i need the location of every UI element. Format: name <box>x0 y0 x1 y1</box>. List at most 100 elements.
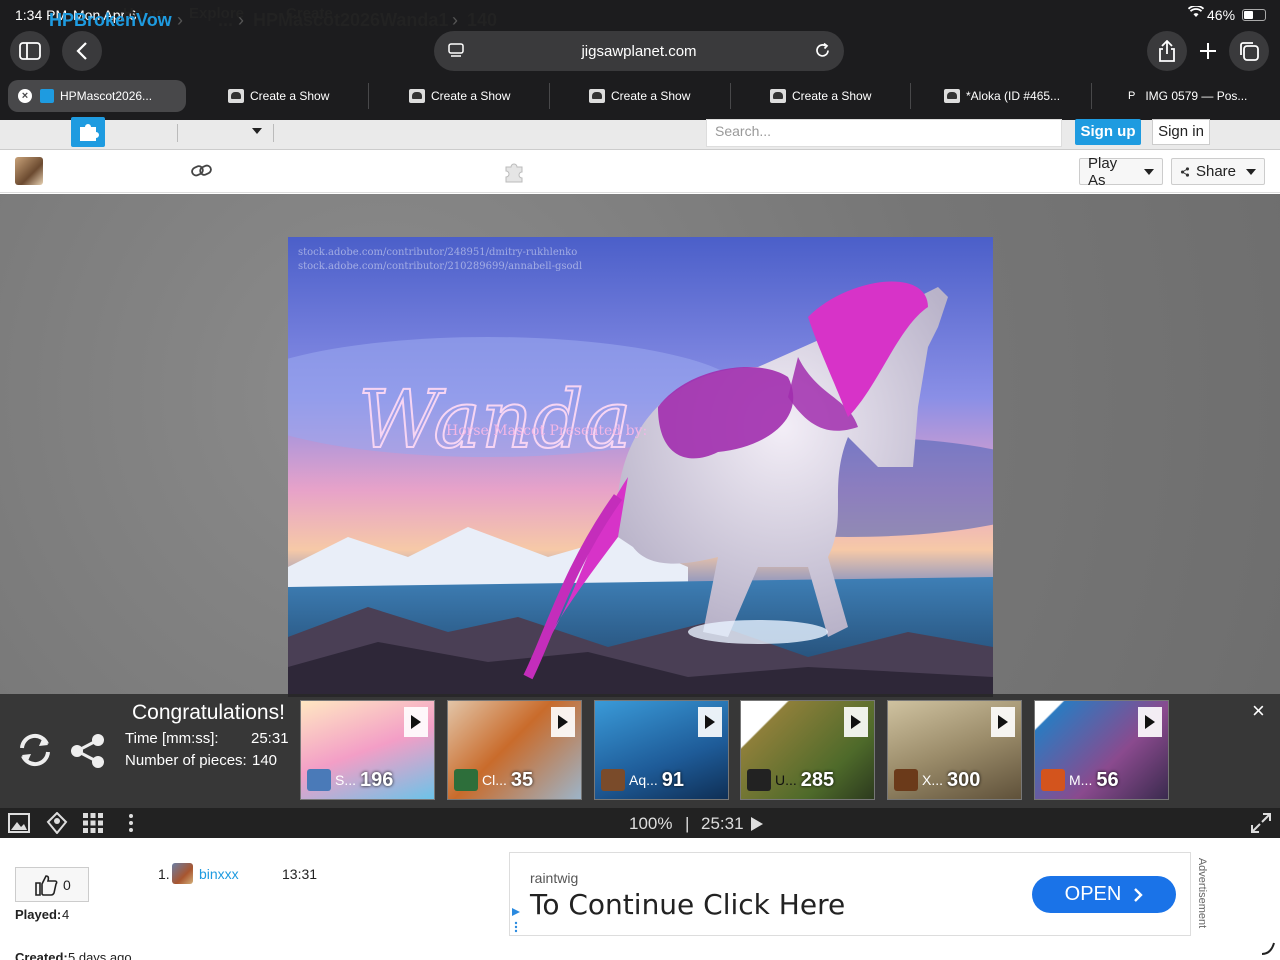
tab-strip: × HPMascot2026... Create a Show Create a… <box>0 80 1280 112</box>
tab-divider <box>910 83 911 109</box>
tab[interactable]: *Aloka (ID #465... <box>944 80 1060 112</box>
chevron-down-icon <box>1246 168 1256 175</box>
wanda-title-overlay: Wanda Horse Mascot Presented by: <box>357 372 647 467</box>
author-avatar <box>454 769 478 791</box>
like-count: 0 <box>63 876 71 893</box>
tab[interactable]: Create a Show <box>589 80 690 112</box>
play-as-dropdown[interactable]: Play As <box>1079 155 1163 189</box>
search-input[interactable]: Search... <box>706 119 1062 147</box>
tab-divider <box>549 83 550 109</box>
thumb-piece-count: 56 <box>1096 768 1119 791</box>
horse-favicon-icon <box>589 89 605 103</box>
congrats-heading: Congratulations! <box>132 701 285 724</box>
new-tab-button[interactable] <box>1188 31 1228 71</box>
pieces-value: 140 <box>252 752 278 769</box>
thumb-title: U... <box>775 772 797 788</box>
play-arrow-icon[interactable] <box>1138 707 1162 737</box>
completed-puzzle-image[interactable]: Wanda Horse Mascot Presented by: stock.a… <box>288 237 993 697</box>
page-menu-icon[interactable] <box>448 43 464 59</box>
chevron-right-icon <box>1134 887 1144 902</box>
like-button[interactable]: 0 <box>15 867 89 902</box>
tab[interactable]: P IMG 0579 — Pos... <box>1128 80 1247 112</box>
horse-favicon-icon <box>944 89 960 103</box>
tab[interactable]: Create a Show <box>770 80 871 112</box>
tab[interactable]: Create a Show <box>409 80 510 112</box>
play-arrow-icon[interactable] <box>698 707 722 737</box>
thumb-piece-count: 285 <box>800 768 835 791</box>
ghost-image-icon[interactable] <box>46 812 68 834</box>
author-avatar <box>747 769 771 791</box>
watermark-text: stock.adobe.com/contributor/210289699/an… <box>298 261 582 272</box>
tab-label: Create a Show <box>792 89 872 103</box>
leader-avatar[interactable] <box>172 863 193 884</box>
sidebar-icon <box>19 42 41 60</box>
tab-overview-button[interactable] <box>1229 31 1269 71</box>
leaderboard-time: 13:31 <box>282 866 318 882</box>
tab-divider <box>368 83 369 109</box>
close-tab-icon[interactable]: × <box>18 89 32 103</box>
suggested-puzzle[interactable]: U... 285 <box>740 700 875 800</box>
signup-button[interactable]: Sign up <box>1075 119 1141 145</box>
replay-icon[interactable] <box>16 731 54 769</box>
close-icon[interactable]: × <box>1252 698 1265 724</box>
chevron-down-icon <box>1144 168 1154 175</box>
share-dropdown[interactable]: Share <box>1171 158 1265 185</box>
play-arrow-icon[interactable] <box>404 707 428 737</box>
suggested-puzzle[interactable]: S... 196 <box>300 700 435 800</box>
jigsawplanet-logo[interactable] <box>71 117 105 147</box>
ad-open-button[interactable]: OPEN <box>1032 876 1176 913</box>
signin-button[interactable]: Sign in <box>1152 119 1210 145</box>
breadcrumb-user-link[interactable]: HPBrokenVow <box>49 10 172 31</box>
play-arrow-icon[interactable] <box>551 707 575 737</box>
time-value: 25:31 <box>251 730 289 747</box>
suggested-puzzle[interactable]: X... 300 <box>887 700 1022 800</box>
sidebar-toggle-button[interactable] <box>10 31 50 71</box>
back-button[interactable] <box>62 31 102 71</box>
timer: 25:31 <box>701 814 744 833</box>
author-avatar <box>1041 769 1065 791</box>
horse-favicon-icon <box>228 89 244 103</box>
created-label: Created: <box>15 950 68 960</box>
share-result-icon[interactable] <box>70 733 106 769</box>
jigsaw-favicon-icon <box>40 89 54 103</box>
play-arrow-icon[interactable] <box>991 707 1015 737</box>
tab-active[interactable]: × HPMascot2026... <box>8 80 186 112</box>
ad-headline[interactable]: To Continue Click Here <box>530 888 845 921</box>
nav-explore-link[interactable]: Explore <box>189 0 244 30</box>
more-vertical-icon[interactable] <box>128 814 134 832</box>
grid-icon[interactable] <box>83 813 103 833</box>
play-icon[interactable] <box>751 817 763 831</box>
wifi-icon <box>1187 4 1205 21</box>
thumb-piece-count: 91 <box>661 768 685 791</box>
tab-label: HPMascot2026... <box>60 89 153 103</box>
watermark-text: stock.adobe.com/contributor/248951/dmitr… <box>298 247 577 258</box>
leaderboard-user-link[interactable]: binxxx <box>199 866 239 882</box>
play-as-label: Play As <box>1088 154 1118 189</box>
link-icon[interactable] <box>191 162 213 180</box>
play-arrow-icon[interactable] <box>844 707 868 737</box>
share-browser-button[interactable] <box>1147 31 1187 71</box>
tab[interactable]: Create a Show <box>228 80 329 112</box>
suggested-puzzle[interactable]: M... 56 <box>1034 700 1169 800</box>
author-avatar <box>601 769 625 791</box>
image-preview-icon[interactable] <box>8 813 30 833</box>
puzzle-piece-icon <box>505 163 523 183</box>
explore-dropdown-icon[interactable] <box>252 128 262 134</box>
breadcrumb-pieces: 140 <box>467 10 498 30</box>
fullscreen-icon[interactable] <box>1251 813 1271 833</box>
avatar[interactable] <box>15 157 43 185</box>
address-bar[interactable]: jigsawplanet.com <box>434 31 844 71</box>
adchoices-icon[interactable] <box>511 907 521 933</box>
suggested-puzzle[interactable]: Aq... 91 <box>594 700 729 800</box>
toolbar-divider: | <box>685 814 690 833</box>
tab-label: *Aloka (ID #465... <box>966 89 1061 103</box>
tab-favicon-letter: P <box>1128 90 1136 102</box>
url-text: jigsawplanet.com <box>581 42 697 60</box>
battery-percent: 46% <box>1207 7 1236 23</box>
ad-open-label: OPEN <box>1064 883 1122 905</box>
breadcrumb-ellipsis[interactable]: ... <box>218 10 233 31</box>
svg-text:Wanda: Wanda <box>358 373 631 466</box>
suggested-puzzle[interactable]: Cl... 35 <box>447 700 582 800</box>
reload-icon[interactable] <box>814 42 831 59</box>
share-nodes-icon <box>1180 166 1190 177</box>
